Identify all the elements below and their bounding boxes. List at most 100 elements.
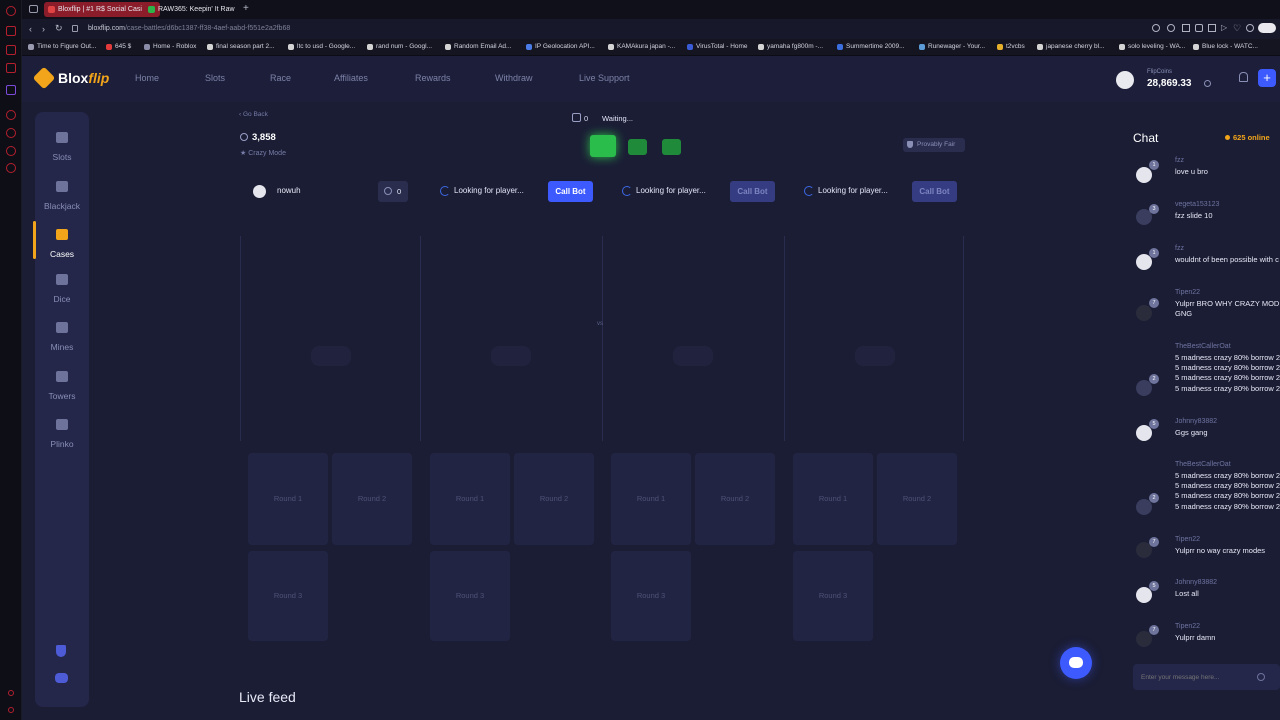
deposit-button[interactable]: + bbox=[1258, 69, 1276, 87]
bookmark-item[interactable]: Home - Roblox bbox=[144, 43, 196, 50]
wallet-icon[interactable] bbox=[1208, 24, 1216, 32]
level-badge: 2 bbox=[1149, 374, 1159, 384]
sidebar-item-dice[interactable]: Dice bbox=[35, 262, 89, 306]
bookmark-item[interactable]: Summertime 2009... bbox=[837, 43, 905, 50]
rail-icon[interactable] bbox=[6, 146, 16, 156]
sidebar-item-mines[interactable]: Mines bbox=[35, 310, 89, 354]
profile-avatar[interactable] bbox=[1258, 23, 1276, 33]
tab-raw365[interactable]: RAW365: Keepin' It Raw bbox=[144, 2, 240, 17]
level-badge: 7 bbox=[1149, 298, 1159, 308]
provably-fair-button[interactable]: Provably Fair bbox=[903, 138, 965, 152]
bookmark-item[interactable]: Blue lock - WATC... bbox=[1193, 43, 1258, 50]
nav-slots[interactable]: Slots bbox=[205, 73, 225, 83]
tab-bloxflip[interactable]: Bloxflip | #1 R$ Social Casi bbox=[44, 2, 160, 17]
back-icon[interactable]: ‹ bbox=[29, 24, 32, 34]
sidebar-item-label: Dice bbox=[53, 294, 71, 304]
battle-total-value: 3,858 bbox=[252, 132, 276, 143]
nav-affiliates[interactable]: Affiliates bbox=[334, 73, 368, 83]
sidebar-item-plinko[interactable]: Plinko bbox=[35, 407, 89, 451]
go-back-link[interactable]: ‹ Go Back bbox=[239, 111, 268, 118]
reload-icon[interactable]: ↻ bbox=[55, 23, 63, 34]
new-tab-button[interactable]: + bbox=[243, 3, 249, 14]
search-icon[interactable] bbox=[1152, 24, 1160, 32]
bookmark-item[interactable]: KAMAkura japan -... bbox=[608, 43, 675, 50]
case-icon bbox=[56, 229, 68, 240]
slots-icon bbox=[56, 132, 68, 143]
call-bot-button[interactable]: Call Bot bbox=[730, 181, 775, 202]
chat-input[interactable] bbox=[1141, 671, 1251, 683]
bell-icon[interactable] bbox=[1239, 72, 1248, 82]
tab-favicon bbox=[148, 6, 155, 13]
sidebar-item-slots[interactable]: Slots bbox=[35, 120, 89, 164]
rail-icon[interactable] bbox=[6, 110, 16, 120]
sidebar-item-towers[interactable]: Towers bbox=[35, 359, 89, 403]
sidebar-item-cases[interactable]: Cases bbox=[33, 217, 89, 261]
shield-icon[interactable] bbox=[56, 645, 66, 657]
gem-icon bbox=[56, 322, 68, 333]
nav-withdraw[interactable]: Withdraw bbox=[495, 73, 533, 83]
round-card: Round 3 bbox=[611, 551, 691, 641]
player-name: nowuh bbox=[277, 186, 301, 195]
bookmark-item[interactable]: solo leveling - WA... bbox=[1119, 43, 1185, 50]
level-badge: 5 bbox=[1149, 581, 1159, 591]
site-logo[interactable]: Bloxflip bbox=[58, 70, 109, 86]
sidebar-item-label: Towers bbox=[48, 391, 76, 401]
bookmarks-bar: Time to Figure Out... 645 $ Home - Roblo… bbox=[22, 39, 1280, 56]
chat-panel: Chat 625 online 1 fzz love u bro 3 veget… bbox=[1120, 120, 1280, 720]
chat-text: Lost all bbox=[1175, 589, 1199, 598]
bookmark-item[interactable]: Time to Figure Out... bbox=[28, 43, 96, 50]
url-field[interactable]: bloxflip.com/case-battles/d6bc1387-ff38-… bbox=[88, 25, 290, 32]
nav-home[interactable]: Home bbox=[135, 73, 159, 83]
bookmark-item[interactable]: t2vcbs bbox=[997, 43, 1025, 50]
rail-icon[interactable] bbox=[6, 128, 16, 138]
zoom-icon[interactable] bbox=[1167, 24, 1175, 32]
case-placeholder bbox=[311, 346, 351, 366]
chat-toggle-button[interactable] bbox=[1060, 647, 1092, 679]
bookmark-item[interactable]: ltc to usd - Google... bbox=[288, 43, 355, 50]
sidebar-item-blackjack[interactable]: Blackjack bbox=[35, 169, 89, 213]
user-avatar[interactable] bbox=[1116, 71, 1134, 89]
bookmark-item[interactable]: 645 $ bbox=[106, 43, 131, 50]
rail-icon[interactable] bbox=[8, 707, 14, 713]
discord-icon[interactable] bbox=[55, 673, 68, 683]
chat-text: Yulprr no way crazy modes bbox=[1175, 546, 1266, 555]
emoji-icon[interactable] bbox=[1257, 673, 1265, 681]
bookmark-item[interactable]: japanese cherry bl... bbox=[1037, 43, 1105, 50]
bookmark-item[interactable]: rand num - Googl... bbox=[367, 43, 432, 50]
battle-mode-label: Crazy Mode bbox=[248, 150, 286, 157]
bookmark-item[interactable]: IP Geolocation API... bbox=[526, 43, 595, 50]
menu-icon[interactable] bbox=[1246, 24, 1254, 32]
play-icon[interactable]: ▷ bbox=[1221, 23, 1227, 32]
nav-rewards[interactable]: Rewards bbox=[415, 73, 451, 83]
rail-icon[interactable] bbox=[8, 690, 14, 696]
coin-icon bbox=[384, 187, 392, 195]
chat-input-box bbox=[1133, 664, 1280, 690]
nav-race[interactable]: Race bbox=[270, 73, 291, 83]
bookmark-item[interactable]: VirusTotal - Home bbox=[687, 43, 748, 50]
settings-icon[interactable] bbox=[6, 163, 16, 173]
opera-logo-icon[interactable] bbox=[6, 6, 16, 16]
bookmark-item[interactable]: yamaha fg800m -... bbox=[758, 43, 823, 50]
chat-username: TheBestCallerOat bbox=[1175, 343, 1231, 350]
nav-live-support[interactable]: Live Support bbox=[579, 73, 630, 83]
bookmark-item[interactable]: Runewager - Your... bbox=[919, 43, 985, 50]
chat-bubble-icon bbox=[1069, 657, 1083, 668]
rail-icon[interactable] bbox=[6, 63, 16, 73]
heart-icon[interactable]: ♡ bbox=[1233, 23, 1241, 34]
rail-icon[interactable] bbox=[6, 26, 16, 36]
snapshot-icon[interactable] bbox=[1182, 24, 1190, 32]
chat-text: wouldnt of been possible with c bbox=[1175, 255, 1279, 264]
tab-favicon bbox=[48, 6, 55, 13]
shield-icon[interactable] bbox=[1195, 24, 1203, 32]
call-bot-button[interactable]: Call Bot bbox=[548, 181, 593, 202]
twitch-icon[interactable] bbox=[6, 85, 16, 95]
chat-text: 5 madness crazy 80% borrow 2 5 madness c… bbox=[1175, 471, 1280, 511]
chat-text: Yulprr damn bbox=[1175, 633, 1216, 642]
rail-icon[interactable] bbox=[6, 45, 16, 55]
case-icon bbox=[590, 135, 616, 157]
tab-grid-icon[interactable] bbox=[29, 5, 38, 13]
bookmark-item[interactable]: Random Email Ad... bbox=[445, 43, 511, 50]
call-bot-button[interactable]: Call Bot bbox=[912, 181, 957, 202]
bookmark-item[interactable]: final season part 2... bbox=[207, 43, 275, 50]
forward-icon[interactable]: › bbox=[42, 24, 45, 34]
